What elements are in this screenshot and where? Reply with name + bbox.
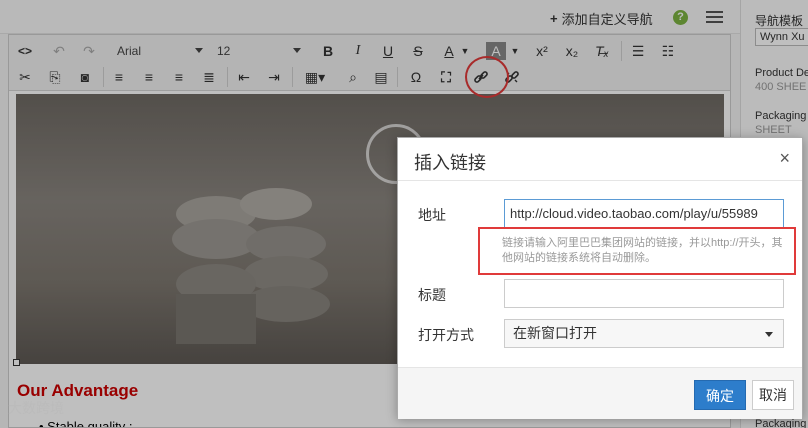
url-input[interactable]: http://cloud.video.taobao.com/play/u/559… [504,199,784,228]
open-mode-value: 在新窗口打开 [513,325,597,341]
chevron-down-icon [765,332,773,337]
open-mode-select[interactable]: 在新窗口打开 [504,319,784,348]
close-icon[interactable]: × [779,148,790,169]
cancel-button[interactable]: 取消 [752,380,794,410]
url-label: 地址 [418,207,446,223]
title-input[interactable] [504,279,784,308]
title-label: 标题 [418,287,446,303]
dialog-title: 插入链接 [414,153,486,173]
watermark-text: 大数跨境 [8,400,64,416]
ok-button[interactable]: 确定 [694,380,746,410]
dialog-footer: 确定 取消 [398,367,802,419]
url-hint-text: 链接请输入阿里巴巴集团网站的链接，并以http://开头，其他网站的链接系统将自… [502,237,783,264]
insert-link-dialog: 插入链接 × 地址 http://cloud.video.taobao.com/… [397,137,803,419]
open-mode-label: 打开方式 [418,327,474,343]
